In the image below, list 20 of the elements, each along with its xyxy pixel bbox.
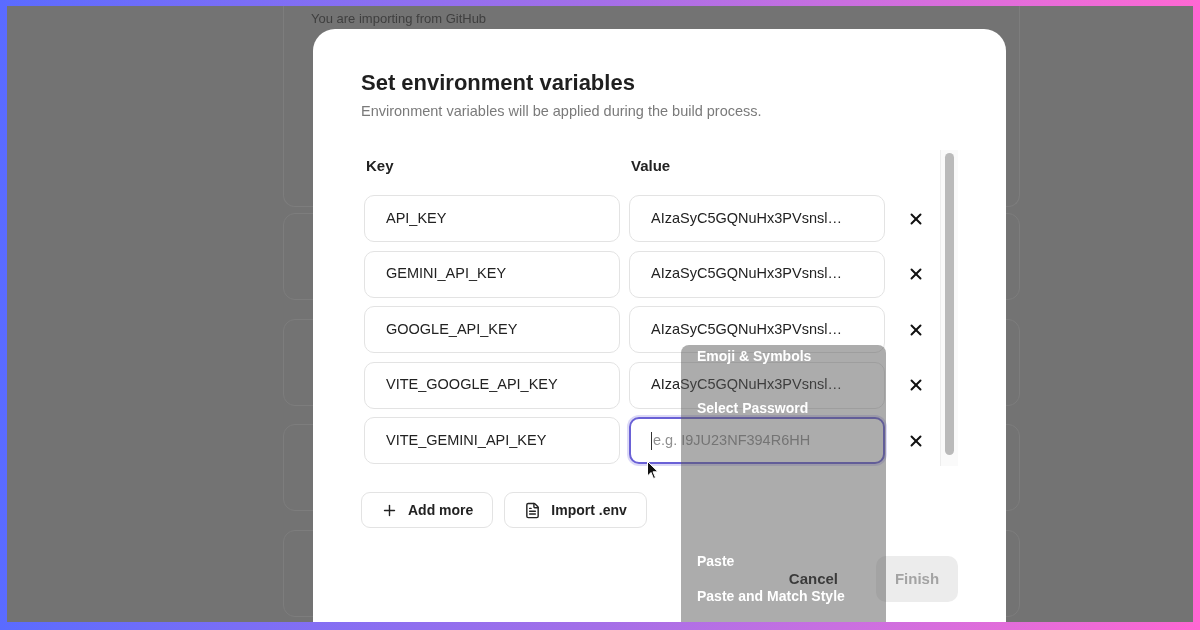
key-field[interactable]: VITE_GOOGLE_API_KEY bbox=[364, 361, 620, 409]
value-field[interactable]: AIzaSyC5GQNuHx3PVsnsl… bbox=[629, 250, 885, 298]
mouse-pointer-icon bbox=[647, 461, 659, 479]
column-header: Key bbox=[365, 156, 395, 176]
dialog-title: Set environment variables bbox=[361, 69, 636, 97]
scrollbar-thumb[interactable] bbox=[945, 153, 954, 455]
text-caret-icon bbox=[651, 431, 652, 450]
key-field[interactable]: API_KEY bbox=[364, 195, 620, 242]
dialog-subtitle: Environment variables will be applied during the build process. bbox=[361, 102, 763, 121]
import-button[interactable]: Import .env bbox=[504, 492, 647, 528]
key-field[interactable]: GOOGLE_API_KEY bbox=[364, 306, 620, 353]
file-icon bbox=[524, 501, 542, 519]
x-icon bbox=[907, 376, 925, 394]
column-header: Value bbox=[630, 156, 672, 176]
key-field[interactable]: VITE_GEMINI_API_KEY bbox=[364, 417, 620, 464]
value-field[interactable]: AIzaSyC5GQNuHx3PVsnsl… bbox=[629, 195, 885, 242]
x-icon bbox=[907, 265, 925, 283]
add-button[interactable]: Add more bbox=[361, 492, 494, 528]
key-field[interactable]: GEMINI_API_KEY bbox=[364, 250, 620, 298]
cancel-button[interactable]: Cancel bbox=[788, 570, 838, 588]
